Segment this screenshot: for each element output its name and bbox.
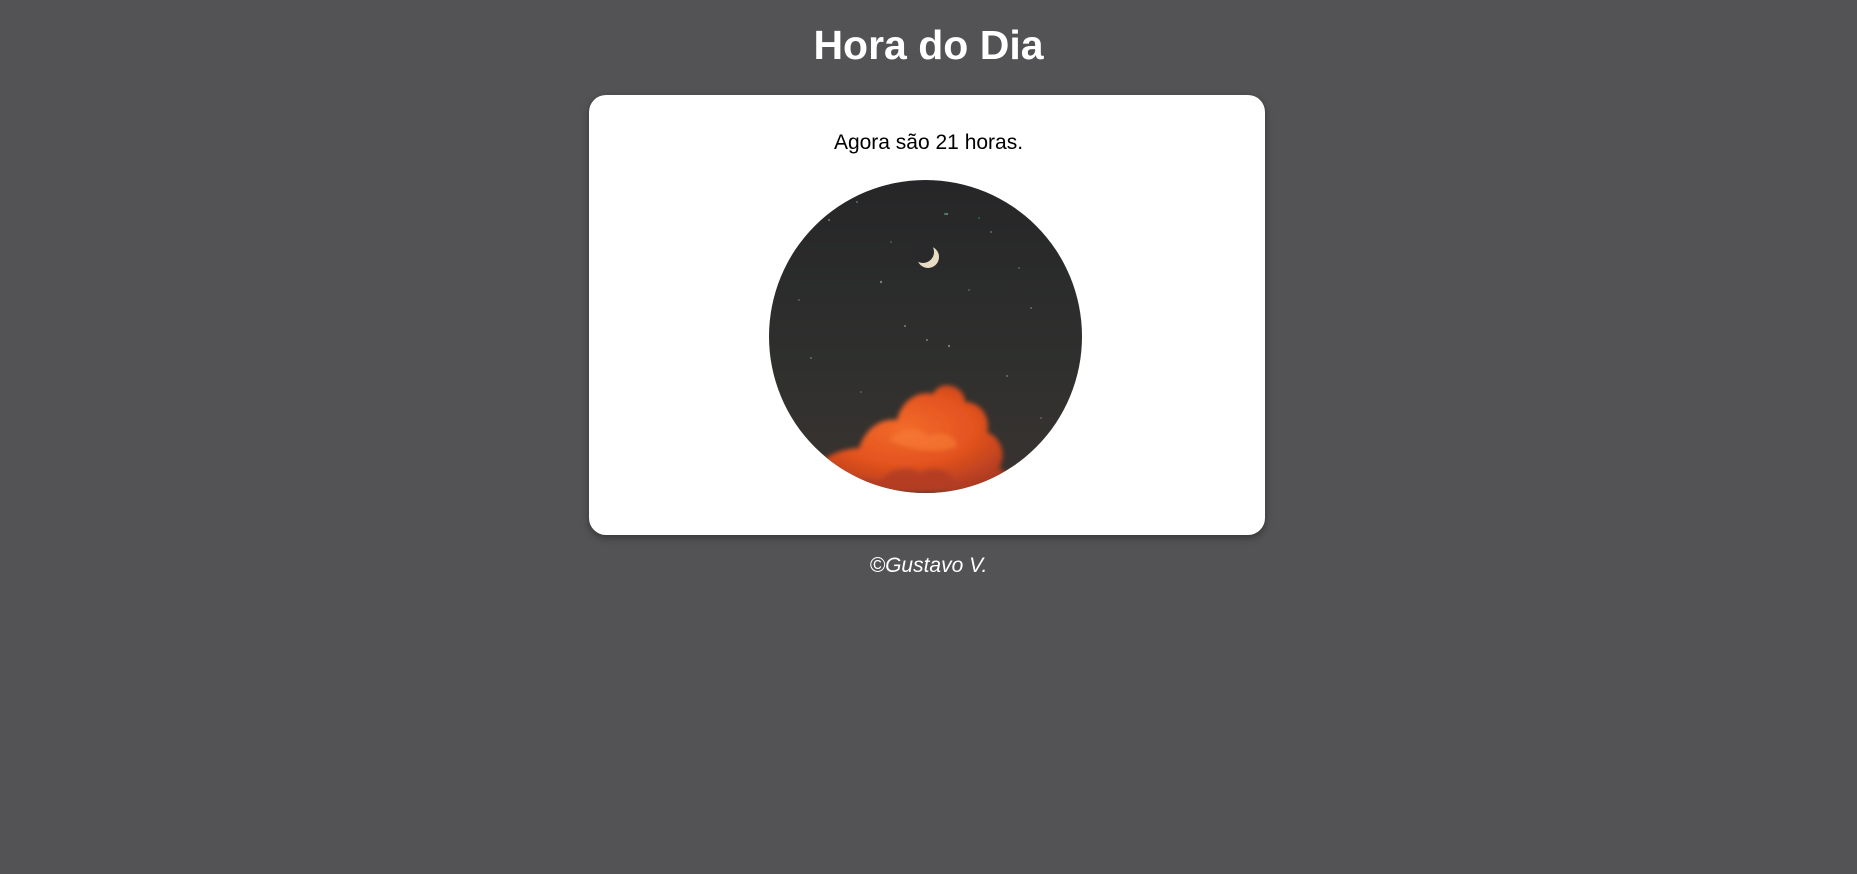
hour-message: Agora são 21 horas. (833, 131, 1024, 154)
page-title: Hora do Dia (813, 22, 1044, 68)
footer-credit: ©Gustavo V. (869, 554, 988, 577)
night-sky-image (769, 180, 1082, 493)
